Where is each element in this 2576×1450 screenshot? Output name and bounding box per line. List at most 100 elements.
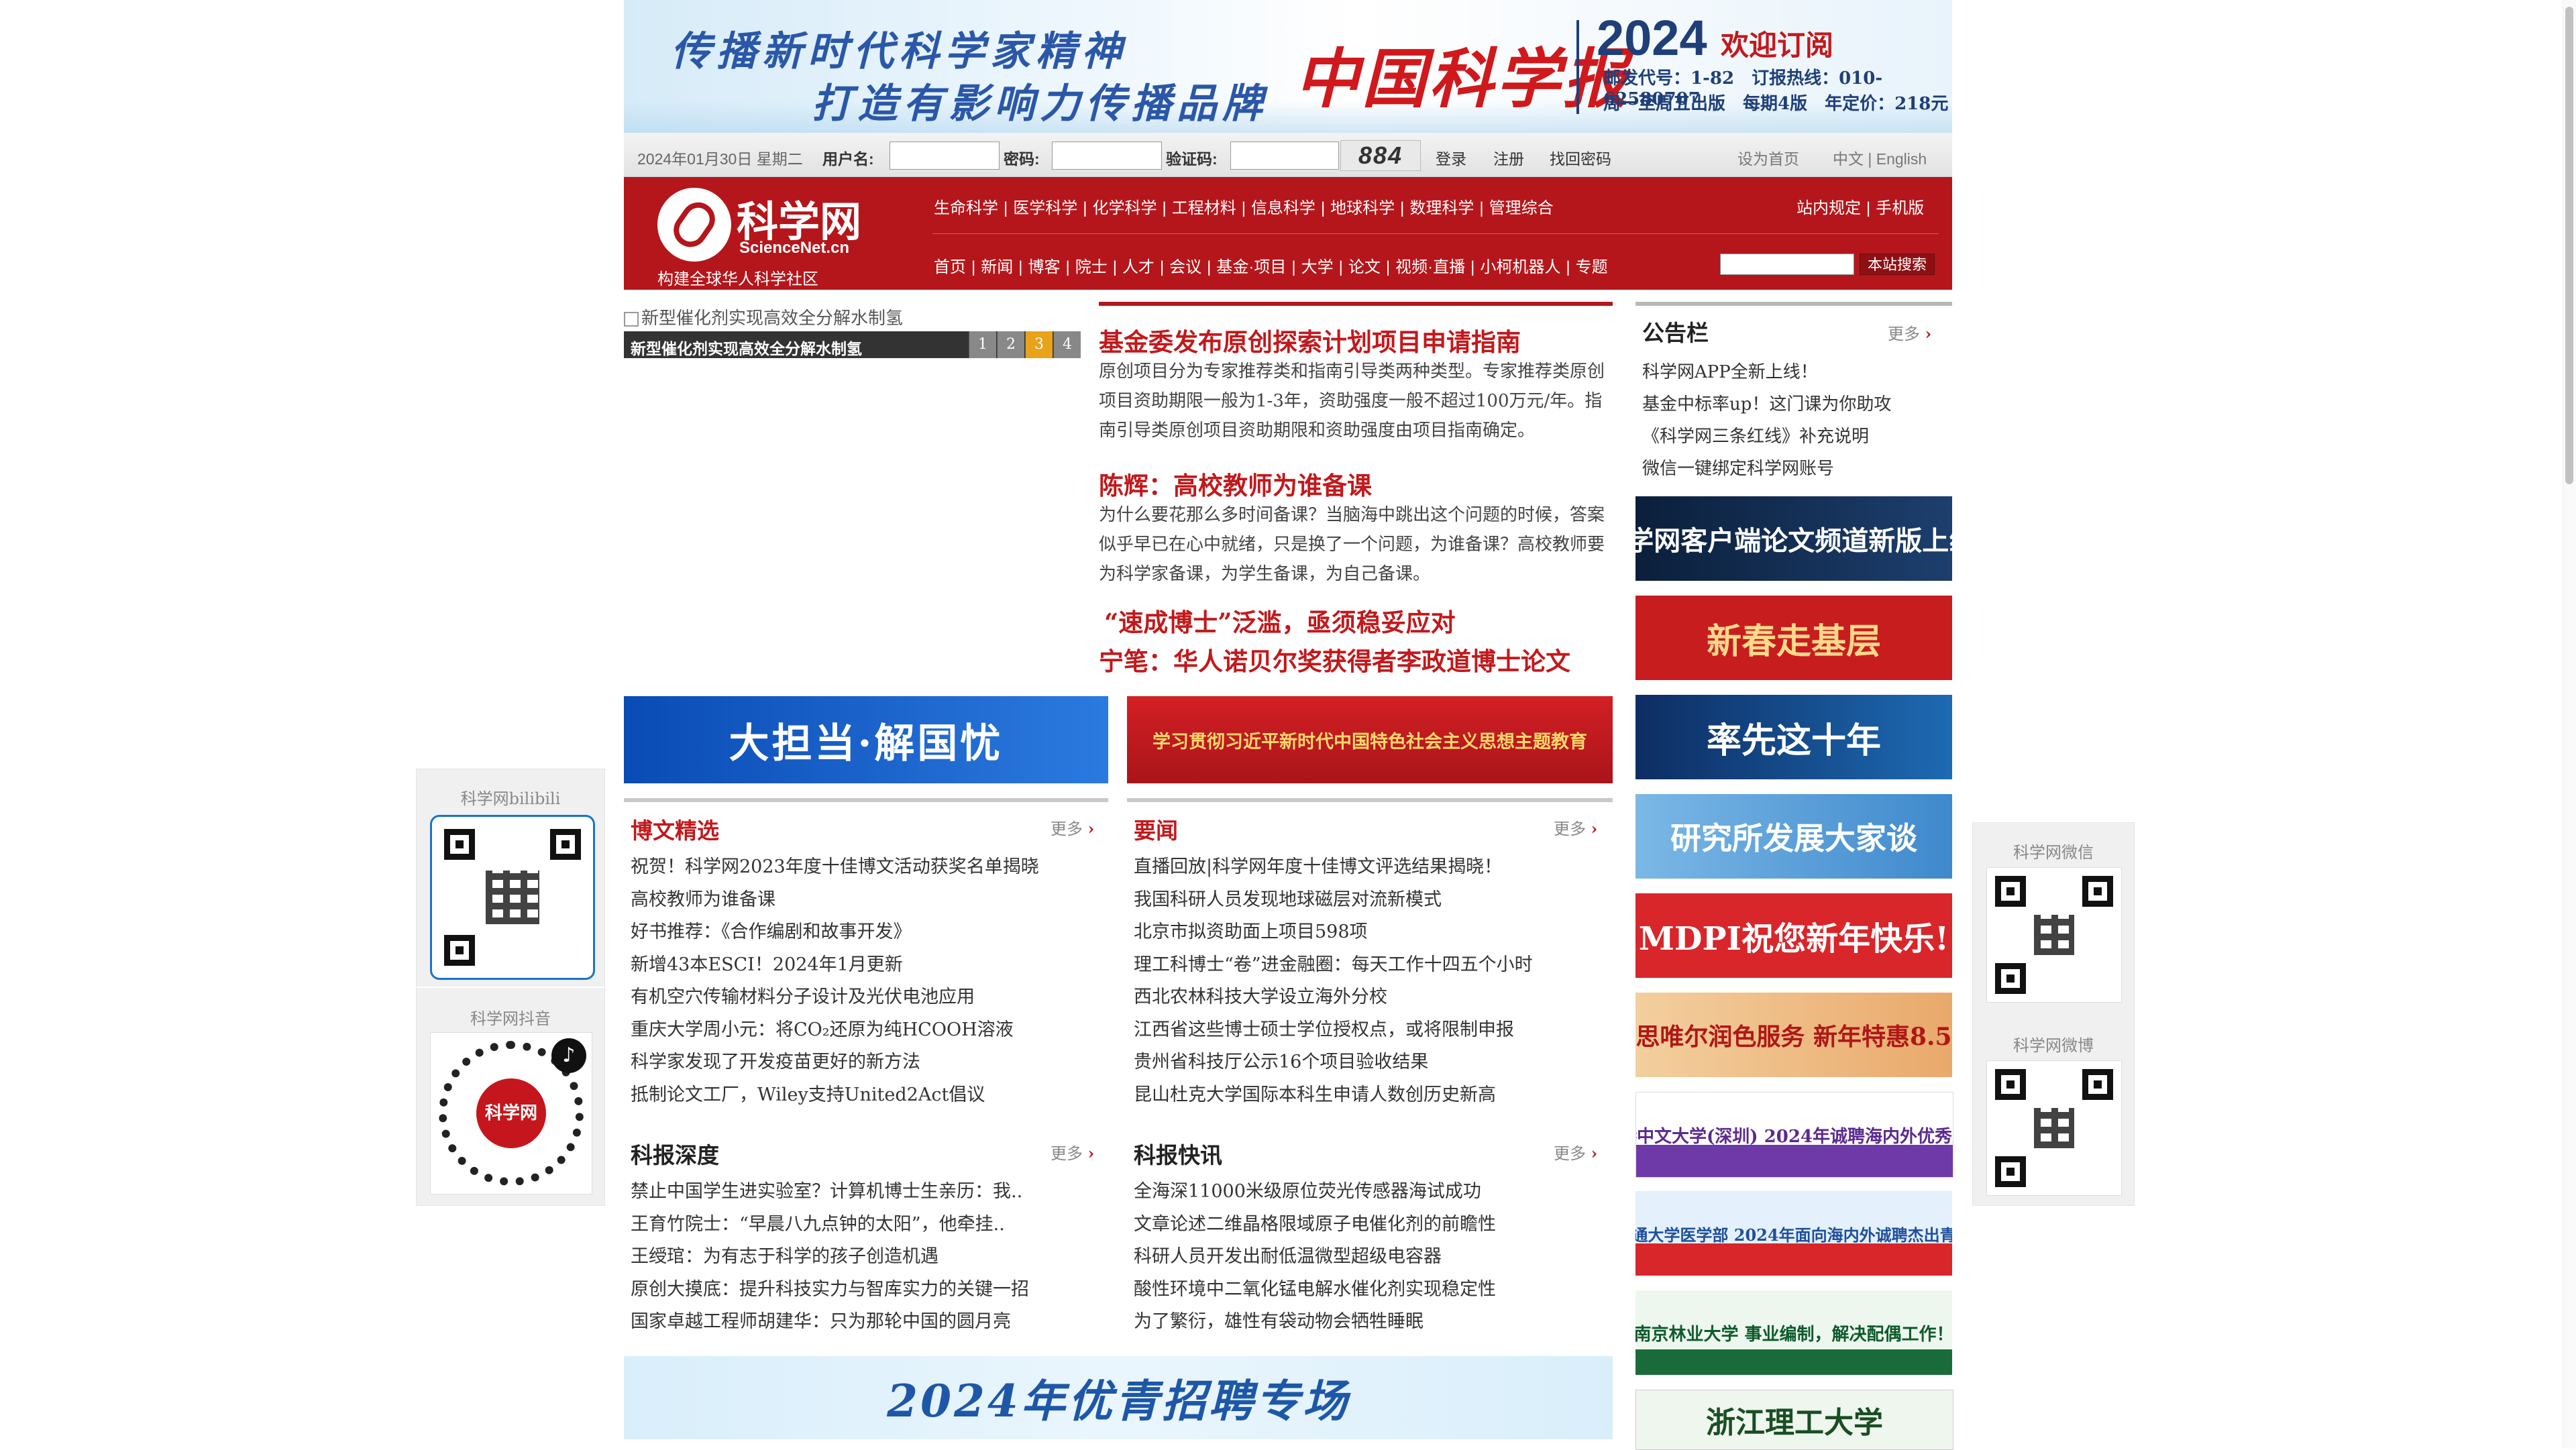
language-switch[interactable]: 中文 | English bbox=[1833, 146, 1927, 169]
list-item[interactable]: 全海深11000米级原位荧光传感器海试成功 bbox=[1134, 1176, 1610, 1209]
register-link[interactable]: 注册 bbox=[1493, 146, 1524, 169]
weibo-qr-code[interactable] bbox=[1986, 1060, 2122, 1196]
main-nav-item[interactable]: 专题 bbox=[1576, 258, 1608, 276]
banner-youqing-recruit[interactable]: 2024年优青招聘专场 bbox=[624, 1356, 1613, 1439]
main-nav-item[interactable]: 小柯机器人 bbox=[1480, 258, 1560, 276]
notice-item[interactable]: 科学网APP全新上线！ bbox=[1642, 358, 1818, 383]
main-nav-item[interactable]: 博客 bbox=[1028, 258, 1060, 276]
list-item[interactable]: 文章论述二维晶格限域原子电催化剂的前瞻性 bbox=[1134, 1209, 1610, 1242]
set-homepage-link[interactable]: 设为首页 bbox=[1737, 146, 1799, 169]
main-nav-item[interactable]: 论文 bbox=[1348, 258, 1381, 276]
site-search-button[interactable]: 本站搜索 bbox=[1860, 254, 1935, 275]
wechat-qr-code[interactable] bbox=[1986, 867, 2122, 1003]
captcha-input[interactable] bbox=[1230, 142, 1339, 170]
ad-institute-development[interactable]: 研究所发展大家谈 bbox=[1635, 794, 1952, 879]
ad-xjtu-medical[interactable]: 西安交通大学医学部 2024年面向海内外诚聘杰出青年人才 bbox=[1635, 1191, 1952, 1276]
site-logo[interactable]: 科学网 ScienceNet.cn 构建全球华人科学社区 bbox=[657, 184, 872, 288]
subject-nav-item[interactable]: 地球科学 bbox=[1330, 199, 1395, 217]
douyin-qr-code[interactable]: 科学网 ♪ bbox=[430, 1032, 592, 1194]
password-input[interactable] bbox=[1052, 142, 1162, 170]
main-nav-item[interactable]: 人才 bbox=[1122, 258, 1155, 276]
section-title-flash[interactable]: 科报快讯 bbox=[1134, 1137, 1222, 1170]
slider-dot[interactable]: 1 bbox=[969, 331, 996, 358]
headline-title[interactable]: 陈辉：高校教师为谁备课 bbox=[1099, 465, 1372, 502]
list-item[interactable]: 贵州省科技厅公示16个项目验收结果 bbox=[1134, 1047, 1610, 1080]
blog-more-link[interactable]: 更多 › bbox=[1051, 816, 1094, 839]
ad-cuhk-shenzhen[interactable]: 香港中文大学(深圳) 2024年诚聘海内外优秀人才 bbox=[1635, 1092, 1953, 1178]
list-item[interactable]: 北京市拟资助面上项目598项 bbox=[1134, 917, 1610, 950]
slider-dot[interactable]: 4 bbox=[1053, 331, 1081, 358]
main-nav-item[interactable]: 院士 bbox=[1075, 258, 1108, 276]
list-item[interactable]: 国家卓越工程师胡建华：只为那轮中国的圆月亮 bbox=[631, 1306, 1104, 1339]
bilibili-qr-code[interactable] bbox=[430, 815, 595, 980]
ad-elsevier[interactable]: 爱思唯尔润色服务 新年特惠8.5折 bbox=[1635, 993, 1952, 1077]
mobile-version-link[interactable]: 手机版 bbox=[1876, 199, 1924, 217]
list-item[interactable]: 我国科研人员发现地球磁层对流新模式 bbox=[1134, 885, 1610, 917]
slider-dot[interactable]: 2 bbox=[997, 331, 1024, 358]
list-item[interactable]: 昆山杜克大学国际本科生申请人数创历史新高 bbox=[1134, 1080, 1610, 1113]
list-item[interactable]: 好书推荐：《合作编剧和故事开发》 bbox=[631, 917, 1104, 950]
login-link[interactable]: 登录 bbox=[1436, 146, 1466, 169]
ad-nanjing-forestry[interactable]: 南京林业大学 事业编制，解决配偶工作！ bbox=[1635, 1290, 1952, 1375]
subject-nav-item[interactable]: 医学科学 bbox=[1013, 199, 1077, 217]
slider-image[interactable]: 新型催化剂实现高效全分解水制氢 bbox=[624, 304, 903, 329]
list-item[interactable]: 王绶琯：为有志于科学的孩子创造机遇 bbox=[631, 1241, 1104, 1274]
list-item[interactable]: 原创大摸底：提升科技实力与智库实力的关键一招 bbox=[631, 1274, 1104, 1307]
section-title-news[interactable]: 要闻 bbox=[1134, 813, 1178, 845]
notice-item[interactable]: 基金中标率up！这门课为你助攻 bbox=[1642, 390, 1891, 415]
list-item[interactable]: 高校教师为谁备课 bbox=[631, 885, 1104, 917]
list-item[interactable]: 西北农林科技大学设立海外分校 bbox=[1134, 982, 1610, 1015]
list-item[interactable]: 祝贺！科学网2023年度十佳博文活动获奖名单揭晓 bbox=[631, 852, 1104, 885]
ad-client-paper-channel[interactable]: 科学网客户端论文频道新版上线! bbox=[1635, 496, 1952, 581]
list-item[interactable]: 科学家发现了开发疫苗更好的新方法 bbox=[631, 1047, 1104, 1080]
list-item[interactable]: 王育竹院士：“早晨八九点钟的太阳”，他牵挂.. bbox=[631, 1209, 1104, 1242]
ad-mdpi[interactable]: MDPI祝您新年快乐! bbox=[1635, 893, 1952, 978]
forgot-password-link[interactable]: 找回密码 bbox=[1550, 146, 1611, 169]
list-item[interactable]: 直播回放|科学网年度十佳博文评选结果揭晓！ bbox=[1134, 852, 1610, 885]
news-more-link[interactable]: 更多 › bbox=[1554, 816, 1597, 839]
banner-theme-education[interactable]: 学习贯彻习近平新时代中国特色社会主义思想主题教育 bbox=[1127, 696, 1613, 783]
main-nav-item[interactable]: 新闻 bbox=[981, 258, 1013, 276]
main-nav-item[interactable]: 视频·直播 bbox=[1395, 258, 1465, 276]
headline-title[interactable]: 基金委发布原创探索计划项目申请指南 bbox=[1099, 322, 1521, 358]
ad-spring-grassroots[interactable]: 新春走基层 bbox=[1635, 596, 1952, 680]
subject-nav-item[interactable]: 数理科学 bbox=[1409, 199, 1474, 217]
list-item[interactable]: 酸性环境中二氧化锰电解水催化剂实现稳定性 bbox=[1134, 1274, 1610, 1307]
ad-ten-years[interactable]: 率先这十年 bbox=[1635, 695, 1952, 779]
list-item[interactable]: 有机空穴传输材料分子设计及光伏电池应用 bbox=[631, 982, 1104, 1015]
section-title-blog[interactable]: 博文精选 bbox=[631, 813, 719, 845]
flash-more-link[interactable]: 更多 › bbox=[1554, 1140, 1597, 1164]
site-search-input[interactable] bbox=[1720, 254, 1854, 275]
subject-nav-item[interactable]: 管理综合 bbox=[1489, 199, 1554, 217]
depth-more-link[interactable]: 更多 › bbox=[1051, 1140, 1094, 1164]
subject-nav-item[interactable]: 化学科学 bbox=[1092, 199, 1157, 217]
list-item[interactable]: 抵制论文工厂，Wiley支持United2Act倡议 bbox=[631, 1080, 1104, 1113]
subject-nav-item[interactable]: 信息科学 bbox=[1251, 199, 1316, 217]
list-item[interactable]: 理工科博士“卷”进金融圈：每天工作十四五个小时 bbox=[1134, 950, 1610, 983]
notice-more-link[interactable]: 更多 › bbox=[1888, 321, 1931, 344]
banner-responsibility[interactable]: 大担当·解国忧 bbox=[624, 696, 1108, 783]
main-nav-item[interactable]: 基金·项目 bbox=[1216, 258, 1286, 276]
slider-dot[interactable]: 3 bbox=[1025, 331, 1053, 358]
slider-caption[interactable]: 新型催化剂实现高效全分解水制氢 bbox=[631, 336, 862, 359]
subject-nav-item[interactable]: 工程材料 bbox=[1172, 199, 1236, 217]
captcha-image[interactable]: 884 bbox=[1340, 140, 1421, 171]
site-rules-link[interactable]: 站内规定 bbox=[1796, 199, 1861, 217]
main-nav-item[interactable]: 大学 bbox=[1301, 258, 1334, 276]
list-item[interactable]: 为了繁衍，雄性有袋动物会牺牲睡眠 bbox=[1134, 1306, 1610, 1339]
top-banner-ad[interactable]: 传播新时代科学家精神 打造有影响力传播品牌 中国科学报 2024 欢迎订阅 邮发… bbox=[624, 0, 1952, 133]
list-item[interactable]: 科研人员开发出耐低温微型超级电容器 bbox=[1134, 1241, 1610, 1274]
subject-nav-item[interactable]: 生命科学 bbox=[934, 199, 998, 217]
section-title-depth[interactable]: 科报深度 bbox=[631, 1137, 719, 1170]
username-input[interactable] bbox=[890, 142, 1000, 170]
main-nav-item[interactable]: 会议 bbox=[1169, 258, 1201, 276]
list-item[interactable]: 新增43本ESCI！2024年1月更新 bbox=[631, 950, 1104, 983]
headline-title[interactable]: 宁笔：华人诺贝尔奖获得者李政道博士论文 bbox=[1099, 641, 1570, 677]
ad-zstu[interactable]: 浙江理工大学 bbox=[1635, 1390, 1953, 1450]
list-item[interactable]: 禁止中国学生进实验室？计算机博士生亲历：我.. bbox=[631, 1176, 1104, 1209]
headline-title[interactable]: “速成博士”泛滥，亟须稳妥应对 bbox=[1104, 602, 1456, 638]
notice-item[interactable]: 微信一键绑定科学网账号 bbox=[1642, 455, 1834, 480]
list-item[interactable]: 重庆大学周小元：将CO₂还原为纯HCOOH溶液 bbox=[631, 1015, 1104, 1048]
notice-item[interactable]: 《科学网三条红线》补充说明 bbox=[1642, 423, 1869, 447]
scrollbar-thumb[interactable] bbox=[2565, 7, 2573, 484]
